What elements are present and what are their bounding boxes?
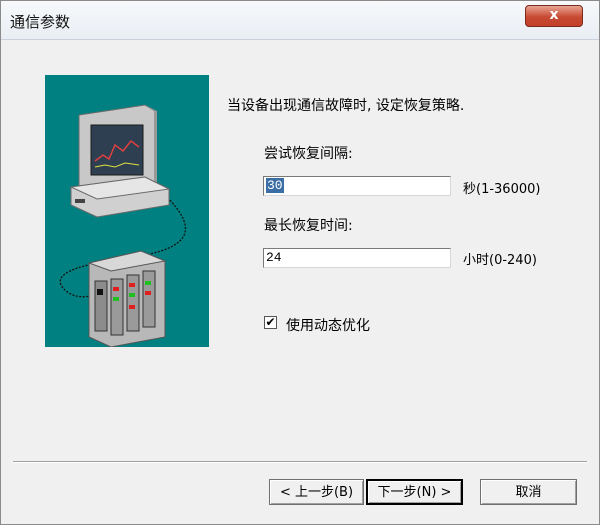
dynamic-optimization-label: 使用动态优化 — [286, 318, 370, 334]
back-button[interactable]: < 上一步(B) — [269, 479, 364, 505]
max-recovery-label: 最长恢复时间: — [264, 218, 353, 234]
cancel-button[interactable]: 取消 — [480, 479, 577, 505]
device-illustration — [45, 75, 209, 347]
dynamic-optimization-checkbox[interactable]: ✔ — [264, 316, 277, 329]
intro-text: 当设备出现通信故障时, 设定恢复策略. — [227, 98, 465, 114]
max-recovery-input[interactable]: 24 — [263, 248, 451, 268]
retry-interval-label: 尝试恢复间隔: — [264, 146, 353, 162]
max-recovery-value: 24 — [266, 250, 282, 265]
dialog-window: 通信参数 x 当设备出现通信故障时, 设定恢复策略. 尝试恢复间隔: 30 秒(… — [0, 0, 600, 525]
divider — [13, 461, 587, 463]
next-button[interactable]: 下一步(N) > — [366, 479, 463, 505]
window-title: 通信参数 — [10, 13, 71, 31]
retry-interval-unit: 秒(1-36000) — [463, 182, 541, 197]
close-button[interactable]: x — [525, 5, 583, 27]
title-bar: 通信参数 x — [1, 1, 599, 40]
max-recovery-unit: 小时(0-240) — [463, 253, 537, 268]
retry-interval-value: 30 — [266, 178, 284, 193]
computer-plc-icon — [59, 104, 187, 347]
retry-interval-input[interactable]: 30 — [263, 176, 451, 196]
